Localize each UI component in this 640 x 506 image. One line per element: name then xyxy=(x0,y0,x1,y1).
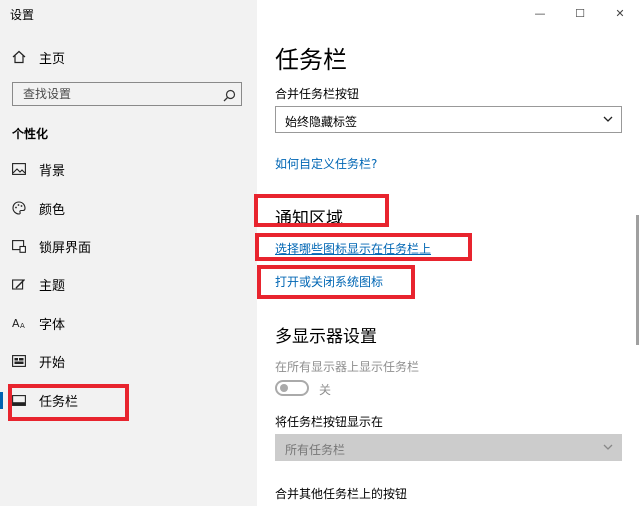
highlight-box-system-icons xyxy=(257,265,415,299)
highlight-box-taskbar xyxy=(8,384,129,421)
search-icon[interactable] xyxy=(223,87,236,106)
show-buttons-select[interactable]: 所有任务栏 xyxy=(275,434,622,461)
customize-taskbar-link[interactable]: 如何自定义任务栏? xyxy=(275,155,377,172)
maximize-button[interactable]: ☐ xyxy=(560,0,600,26)
show-on-all-label: 在所有显示器上显示任务栏 xyxy=(275,360,420,374)
sidebar-item-colors[interactable]: 颜色 xyxy=(0,191,257,225)
sidebar-item-home[interactable]: 主页 xyxy=(0,40,257,74)
chevron-down-icon xyxy=(603,441,613,455)
sidebar-item-start[interactable]: 开始 xyxy=(0,344,257,378)
svg-text:A: A xyxy=(20,322,25,329)
sidebar-item-label: 主题 xyxy=(39,278,66,294)
sidebar-item-label: 开始 xyxy=(39,355,66,371)
sidebar-item-lockscreen[interactable]: 锁屏界面 xyxy=(0,229,257,263)
page-title: 任务栏 xyxy=(275,46,347,74)
sidebar-item-label: 主页 xyxy=(39,51,66,67)
search-box[interactable] xyxy=(12,82,242,106)
multi-display-heading: 多显示器设置 xyxy=(275,327,377,347)
show-buttons-value: 所有任务栏 xyxy=(285,443,346,457)
combine-other-label: 合并其他任务栏上的按钮 xyxy=(275,487,408,501)
lockscreen-icon xyxy=(11,238,27,254)
sidebar-item-label: 字体 xyxy=(39,317,66,333)
combine-buttons-label: 合并任务栏按钮 xyxy=(275,87,360,101)
highlight-box-notification-heading xyxy=(254,194,389,227)
home-icon xyxy=(11,49,27,65)
search-input[interactable] xyxy=(13,83,223,105)
minimize-button[interactable]: — xyxy=(520,0,560,26)
sidebar-item-fonts[interactable]: AA 字体 xyxy=(0,306,257,340)
sidebar-item-label: 背景 xyxy=(39,163,66,179)
highlight-box-select-icons xyxy=(255,233,472,261)
palette-icon xyxy=(11,200,27,216)
combine-buttons-select[interactable]: 始终隐藏标签 xyxy=(275,106,622,133)
svg-text:A: A xyxy=(12,317,20,329)
font-icon: AA xyxy=(11,315,27,331)
sidebar-item-label: 锁屏界面 xyxy=(39,240,92,256)
theme-icon xyxy=(11,276,27,292)
toggle-knob xyxy=(280,384,288,392)
scrollbar-thumb[interactable] xyxy=(636,215,639,345)
selected-indicator xyxy=(0,392,3,409)
sidebar: 设置 主页 个性化 背景 颜色 锁屏界面 主题 xyxy=(0,0,257,506)
combine-buttons-value: 始终隐藏标签 xyxy=(285,115,358,129)
sidebar-item-label: 颜色 xyxy=(39,202,66,218)
show-buttons-label: 将任务栏按钮显示在 xyxy=(275,415,384,429)
window-controls: — ☐ ✕ xyxy=(520,0,640,28)
close-button[interactable]: ✕ xyxy=(600,0,640,26)
app-title: 设置 xyxy=(10,8,35,22)
show-on-all-toggle[interactable] xyxy=(275,380,309,396)
show-on-all-state: 关 xyxy=(319,383,332,397)
section-title: 个性化 xyxy=(12,127,49,141)
sidebar-item-theme[interactable]: 主题 xyxy=(0,267,257,301)
picture-icon xyxy=(11,161,27,177)
chevron-down-icon xyxy=(603,113,613,127)
start-icon xyxy=(11,353,27,369)
sidebar-item-background[interactable]: 背景 xyxy=(0,152,257,186)
